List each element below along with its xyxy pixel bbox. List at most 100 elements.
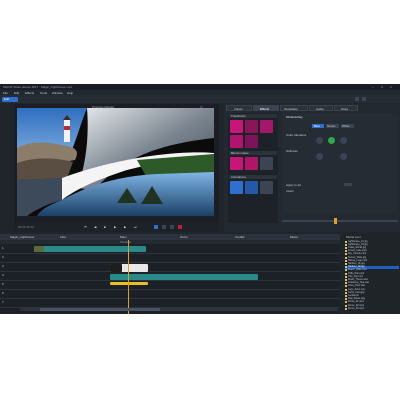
option-other-label: Other [342, 124, 350, 128]
tab-effects[interactable]: Effects [253, 105, 279, 111]
timeline-tab-6[interactable]: Music [290, 235, 298, 239]
settings-slider-track[interactable] [282, 220, 398, 222]
file-name: Drone_03.mp4 [348, 306, 364, 310]
split-tool-icon[interactable] [170, 225, 174, 229]
timeline-tab-5[interactable]: Credits [235, 235, 245, 239]
clip-video-2[interactable] [110, 274, 258, 280]
menu-tools[interactable]: Tools [40, 91, 47, 95]
clip-thumb-1 [34, 246, 44, 252]
option-other[interactable]: Other [341, 124, 354, 128]
tab-templates[interactable]: Templates [280, 105, 308, 111]
effect-tile-pan[interactable] [245, 181, 258, 194]
tab-import-label: Import [234, 106, 243, 111]
option-blue-label: Blue [314, 124, 321, 128]
to-start-icon[interactable]: ⏮ [84, 225, 87, 229]
edit-mode-button[interactable]: Edit [2, 96, 18, 102]
option-green-label: Green [327, 124, 336, 128]
label-softness: Softness [286, 149, 298, 153]
clip-video-1[interactable] [34, 246, 146, 252]
effect-tile-text[interactable] [245, 120, 258, 133]
tab-store[interactable]: Store [334, 105, 358, 111]
effect-categories: Transitions Blend modes Animations [228, 113, 278, 223]
track-5-label: 5 [2, 282, 4, 286]
effect-tile-title[interactable] [230, 120, 243, 133]
settings-slider-handle[interactable] [334, 218, 337, 224]
section-header-blend[interactable]: Blend modes [229, 151, 277, 155]
section-blend-label: Blend modes [231, 151, 249, 155]
option-green[interactable]: Green [326, 124, 339, 128]
knob-softness[interactable] [316, 153, 323, 160]
preview-image [17, 108, 214, 216]
label-invert: Invert [286, 189, 294, 193]
file-browser: Media pool Lighthouse_01.jpg Lighthouse_0… [342, 234, 400, 314]
clip-title-thumb [110, 264, 122, 272]
effect-tile-fade[interactable] [260, 120, 273, 133]
tab-audio[interactable]: Audio [309, 105, 333, 111]
next-frame-icon[interactable]: ▶ [124, 225, 126, 229]
maximize-button[interactable]: □ [381, 85, 383, 89]
menu-help[interactable]: Help [67, 91, 73, 95]
stop-icon[interactable]: ■ [104, 225, 106, 229]
track-4-label: 4 [2, 273, 4, 277]
knob-blue[interactable] [316, 137, 323, 144]
label-apply-all: Apply to all [286, 183, 301, 187]
effect-tile-multiply[interactable] [245, 157, 258, 170]
timeline-tab-1[interactable]: Magic_Lighthouse [10, 235, 34, 239]
effect-tile-wipe[interactable] [230, 135, 243, 148]
effect-settings: Chroma Key Blue Green Other Color tolera… [282, 113, 398, 213]
timeline-tab-2[interactable]: Intro [60, 235, 66, 239]
timeline[interactable]: Timeline 1 2 3 4 5 6 7 [0, 240, 340, 314]
playhead[interactable] [128, 240, 129, 314]
track-2-label: 2 [2, 255, 4, 259]
effect-tile-overlay[interactable] [230, 157, 243, 170]
prev-frame-icon[interactable]: ◀ [94, 225, 96, 229]
knob-green[interactable] [328, 137, 335, 144]
menu-window[interactable]: Window [52, 91, 63, 95]
close-button[interactable]: × [390, 85, 392, 89]
label-color-tolerance: Color tolerance [286, 133, 307, 137]
track-3-label: 3 [2, 264, 4, 268]
layout-icon[interactable] [355, 97, 359, 101]
knob-other[interactable] [340, 137, 347, 144]
effect-tile-screen[interactable] [260, 157, 273, 170]
section-header-transitions[interactable]: Transitions [229, 114, 277, 118]
video-preview[interactable] [17, 108, 214, 216]
tab-templates-label: Templates [284, 106, 298, 111]
window-title: MAGIX Video deluxe 2017 · Magic_Lighthou… [3, 85, 72, 89]
tab-effects-label: Effects [260, 106, 270, 111]
menu-effects[interactable]: Effects [25, 91, 34, 95]
section-animations-label: Animations [231, 175, 246, 179]
track-6-label: 6 [2, 291, 4, 295]
effect-tile-rotate[interactable] [260, 181, 273, 194]
trim-tool-icon[interactable] [162, 225, 166, 229]
play-icon[interactable]: ▶ [114, 225, 116, 229]
media-pool-panel: Import Effects Templates Audio Store Tra… [224, 104, 400, 232]
timecode: 00:00:15:12 [18, 225, 34, 229]
settings-icon[interactable] [362, 97, 366, 101]
tab-import[interactable]: Import [226, 105, 252, 111]
effect-tile-slide[interactable] [245, 135, 258, 148]
option-blue[interactable]: Blue [312, 124, 324, 128]
cut-tool-icon[interactable] [154, 225, 158, 229]
timeline-scroll-thumb[interactable] [40, 308, 160, 311]
record-icon[interactable] [178, 225, 182, 229]
clip-audio[interactable] [110, 282, 148, 285]
timeline-tab-3[interactable]: Main [120, 235, 127, 239]
settings-title: Chroma Key [286, 115, 303, 119]
timeline-tab-4[interactable]: Outro [180, 235, 188, 239]
to-end-icon[interactable]: ⏭ [134, 225, 137, 229]
minimize-button[interactable]: – [372, 85, 374, 89]
section-transitions-label: Transitions [231, 114, 246, 118]
transport-bar: 00:00:15:12 ⏮ ◀ ■ ▶ ▶ ⏭ [14, 222, 219, 232]
app-window: MAGIX Video deluxe 2017 · Magic_Lighthou… [0, 84, 400, 314]
track-7-label: 7 [2, 300, 4, 304]
menu-edit[interactable]: Edit [14, 91, 19, 95]
file-row[interactable]: Drone_03.mp4 [345, 307, 399, 310]
knob-softness-2[interactable] [340, 153, 347, 160]
apply-all-toggle[interactable] [344, 183, 352, 186]
menu-file[interactable]: File [3, 91, 8, 95]
section-header-animations[interactable]: Animations [229, 175, 277, 179]
effect-tile-zoom[interactable] [230, 181, 243, 194]
tab-store-label: Store [341, 106, 349, 111]
edit-mode-label: Edit [4, 97, 10, 101]
